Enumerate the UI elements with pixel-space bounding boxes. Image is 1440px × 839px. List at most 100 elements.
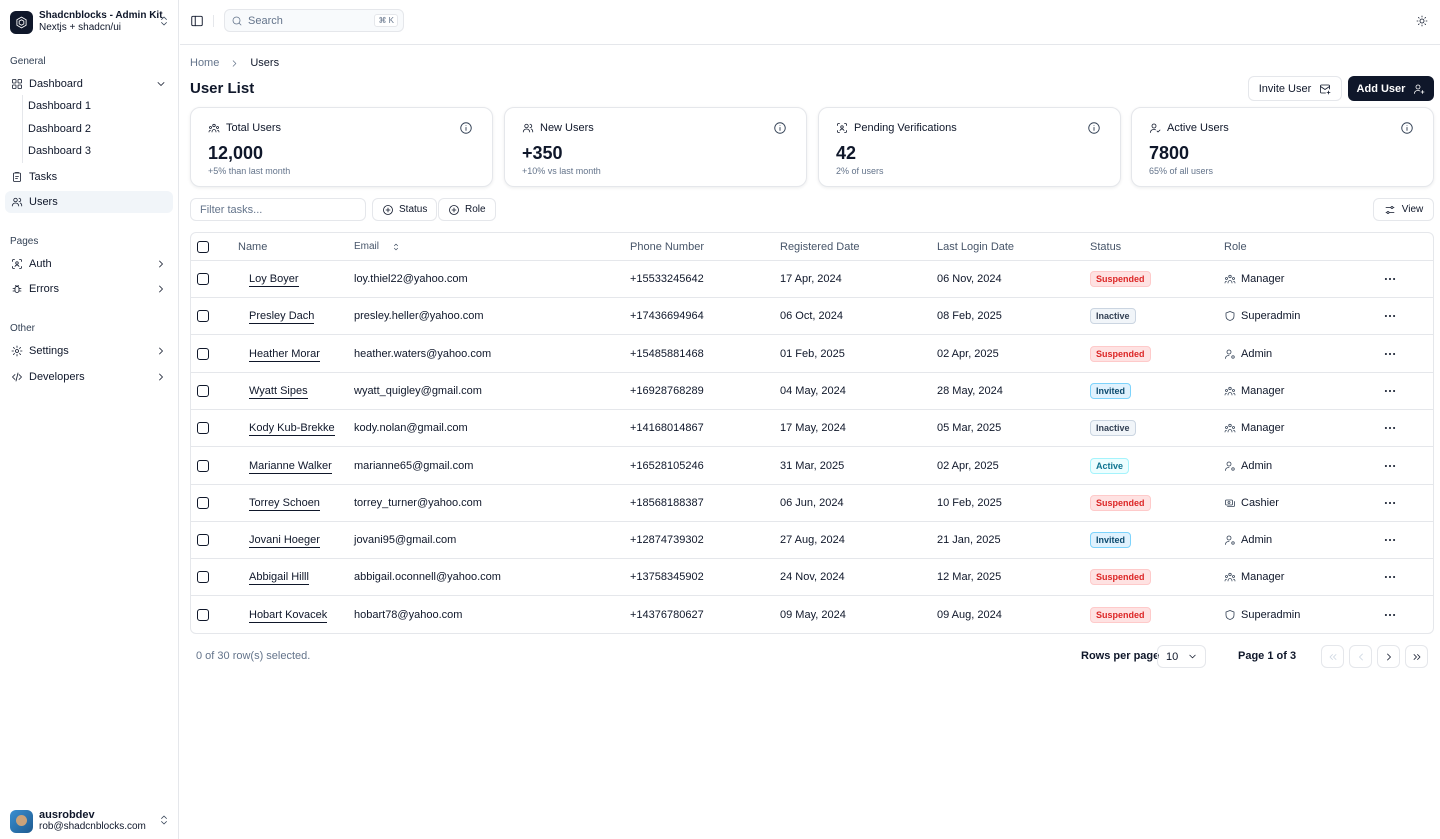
info-icon[interactable] [773, 121, 787, 135]
users-icon [11, 197, 23, 207]
row-actions-button[interactable] [1383, 496, 1397, 510]
sidebar-subitem-dashboard-3[interactable]: Dashboard 3 [28, 142, 91, 160]
sidebar-item-tasks[interactable]: Tasks [5, 166, 173, 188]
user-name-link[interactable]: Abbigail Hilll [249, 571, 309, 586]
theme-toggle-button[interactable] [1416, 15, 1428, 27]
sidebar-subitem-dashboard-2[interactable]: Dashboard 2 [28, 120, 91, 138]
user-name-link[interactable]: Presley Dach [249, 310, 315, 325]
registered-date: 04 May, 2024 [780, 384, 846, 397]
select-all-checkbox[interactable] [197, 241, 209, 253]
sidebar-item-settings[interactable]: Settings [5, 340, 173, 362]
more-horizontal-icon [1384, 464, 1396, 467]
more-horizontal-icon [1384, 315, 1396, 318]
sidebar-item-dashboard[interactable]: Dashboard [5, 73, 173, 95]
section-label-pages: Pages [10, 236, 39, 247]
account-switcher[interactable]: ausrobdev rob@shadcnblocks.com [10, 808, 170, 834]
table-row: Torrey Schoen torrey_turner@yahoo.com +185… [191, 485, 1433, 522]
column-header-name[interactable]: Name [238, 241, 267, 253]
row-checkbox[interactable] [197, 347, 209, 360]
add-user-button[interactable]: Add User [1348, 76, 1434, 101]
chevron-right-icon [1386, 653, 1391, 660]
user-name-link[interactable]: Loy Boyer [249, 273, 299, 287]
column-header-registered[interactable]: Registered Date [780, 241, 860, 253]
row-actions-button[interactable] [1383, 570, 1397, 584]
row-actions-button[interactable] [1383, 608, 1397, 622]
user-name-link[interactable]: Wyatt Sipes [249, 385, 308, 399]
search-input[interactable]: Search ⌘ K [224, 9, 404, 32]
role-filter-button[interactable]: Role [438, 198, 496, 221]
team-switcher[interactable]: Shadcnblocks - Admin Kit Nextjs + shadcn… [10, 9, 170, 35]
table-row: Kody Kub-Brekke kody.nolan@gmail.com +1416… [191, 410, 1433, 448]
row-checkbox[interactable] [197, 534, 209, 547]
users-group-icon [1224, 424, 1236, 433]
user-name-link[interactable]: Kody Kub-Brekke [249, 422, 335, 437]
status-badge: Invited [1090, 382, 1132, 399]
filter-input[interactable] [190, 198, 366, 221]
last-page-button[interactable] [1405, 645, 1428, 668]
row-actions-button[interactable] [1383, 421, 1397, 435]
rows-per-page-select[interactable]: 10 [1157, 645, 1206, 668]
status-filter-label: Status [399, 204, 428, 215]
role-label: Manager [1241, 422, 1285, 435]
brand-title: Shadcnblocks - Admin Kit [39, 10, 163, 21]
sidebar-toggle-button[interactable] [190, 14, 204, 28]
user-name-link[interactable]: Heather Morar [249, 348, 320, 362]
sidebar-item-developers[interactable]: Developers [5, 366, 173, 388]
stat-label: Total Users [226, 122, 282, 134]
sidebar-item-errors[interactable]: Errors [5, 278, 173, 300]
view-options-button[interactable]: View [1373, 198, 1434, 221]
first-page-button[interactable] [1321, 645, 1344, 668]
breadcrumb-home[interactable]: Home [190, 57, 219, 69]
table-header: Name Email Phone Number Registered Date … [191, 233, 1433, 261]
row-checkbox[interactable] [197, 608, 209, 621]
row-checkbox[interactable] [197, 422, 209, 435]
user-email: wyatt_quigley@gmail.com [354, 384, 482, 397]
row-checkbox[interactable] [197, 273, 209, 285]
sidebar-item-auth[interactable]: Auth [5, 253, 173, 275]
column-header-role[interactable]: Role [1224, 241, 1247, 253]
row-actions-button[interactable] [1383, 272, 1397, 286]
status-filter-button[interactable]: Status [372, 198, 438, 221]
user-phone: +16928768289 [630, 384, 704, 397]
row-checkbox[interactable] [197, 459, 209, 472]
sidebar-subitem-dashboard-1[interactable]: Dashboard 1 [28, 97, 91, 115]
row-actions-button[interactable] [1383, 533, 1397, 547]
last-login-date: 09 Aug, 2024 [937, 608, 1002, 621]
user-name-link[interactable]: Marianne Walker [249, 460, 332, 474]
user-phone: +12874739302 [630, 534, 704, 547]
column-header-status[interactable]: Status [1090, 241, 1121, 253]
row-actions-button[interactable] [1383, 309, 1397, 323]
status-badge: Invited [1090, 532, 1132, 549]
selection-count: 0 of 30 row(s) selected. [196, 650, 311, 662]
row-checkbox[interactable] [197, 384, 209, 397]
clipboard-icon [13, 172, 21, 182]
user-name-link[interactable]: Jovani Hoeger [249, 534, 320, 549]
user-name-link[interactable]: Hobart Kovacek [249, 609, 328, 623]
row-actions-button[interactable] [1383, 384, 1397, 398]
info-icon[interactable] [1400, 121, 1414, 135]
column-header-last-login[interactable]: Last Login Date [937, 241, 1014, 253]
last-login-date: 12 Mar, 2025 [937, 571, 1002, 584]
user-email: presley.heller@yahoo.com [354, 310, 484, 323]
info-icon[interactable] [1087, 121, 1101, 135]
row-checkbox[interactable] [197, 310, 209, 323]
role-label: Manager [1241, 571, 1285, 584]
info-icon[interactable] [459, 121, 473, 135]
column-header-email[interactable]: Email [354, 241, 401, 252]
row-checkbox[interactable] [197, 496, 209, 509]
settings-icon [11, 345, 23, 357]
search-icon [232, 16, 242, 25]
user-role: Admin [1224, 348, 1272, 360]
user-name-link[interactable]: Torrey Schoen [249, 497, 320, 511]
row-actions-button[interactable] [1383, 459, 1397, 473]
previous-page-button[interactable] [1349, 645, 1372, 668]
row-actions-button[interactable] [1383, 347, 1397, 361]
column-header-phone[interactable]: Phone Number [630, 241, 704, 253]
next-page-button[interactable] [1377, 645, 1400, 668]
invite-user-button[interactable]: Invite User [1248, 76, 1342, 101]
status-badge: Suspended [1090, 569, 1151, 586]
user-phone: +18568188387 [630, 496, 704, 509]
row-checkbox[interactable] [197, 571, 209, 584]
last-login-date: 08 Feb, 2025 [937, 310, 1002, 323]
sidebar-item-users[interactable]: Users [5, 191, 173, 213]
